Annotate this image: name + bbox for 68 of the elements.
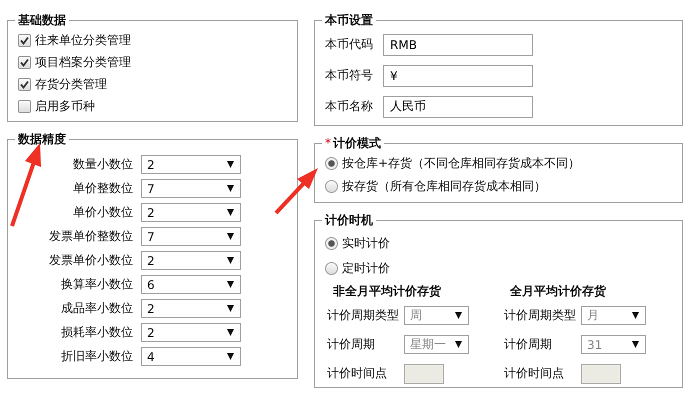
field-label: 数量小数位 [72,156,133,173]
field-label: 本币符号 [325,67,374,84]
radio-label: 实时计价 [342,235,390,252]
group-title: 计价模式 [333,136,381,150]
dropdown[interactable]: 2 [141,155,241,174]
field-label: 计价周期类型 [327,307,400,324]
dropdown[interactable]: 2 [141,323,241,342]
caret-icon [632,341,639,348]
annotation-arrow [274,168,318,214]
group-title: 计价时机 [325,213,373,227]
field-label: 计价周期 [327,336,376,353]
field-label: 计价周期 [504,336,553,353]
checkbox[interactable] [18,78,31,90]
dropdown[interactable]: 2 [141,251,241,270]
checkbox-label: 启用多币种 [35,98,95,114]
section-title: 全月平均计价存货 [509,283,607,300]
text-field[interactable]: ¥ [383,64,533,86]
caret-icon [632,312,639,319]
field-label: 成品率小数位 [60,300,133,317]
caret-icon [227,161,234,168]
caret-icon [227,305,234,312]
field-label: 损耗率小数位 [60,324,133,341]
checkbox[interactable] [18,56,31,68]
field-label: 计价时间点 [504,365,565,382]
caret-icon [227,257,234,264]
group-title: 基础数据 [18,13,66,27]
field-label: 发票单价整数位 [48,228,133,245]
field-label: 发票单价小数位 [48,252,133,269]
dropdown[interactable]: 6 [141,275,241,294]
dropdown[interactable]: 7 [141,179,241,198]
caret-icon [227,329,234,336]
field-label: 折旧率小数位 [60,348,133,365]
field-label: 单价整数位 [72,180,133,197]
caret-icon [455,341,462,348]
text-field[interactable]: 人民币 [383,96,533,118]
caret-icon [227,233,234,240]
radio-button[interactable] [325,237,338,250]
checkbox-label: 项目档案分类管理 [35,54,131,70]
dropdown[interactable]: 2 [141,299,241,318]
caret-icon [455,312,462,319]
radio-label: 按存货（所有仓库相同存货成本相同） [342,178,546,195]
radio-button[interactable] [325,157,338,170]
group-title: 数据精度 [18,132,66,146]
section-title: 非全月平均计价存货 [332,283,442,300]
field-label: 换算率小数位 [60,276,133,293]
radio-label: 定时计价 [342,260,390,277]
caret-icon [227,185,234,192]
field-label: 计价时间点 [327,365,388,382]
radio-button[interactable] [325,180,338,193]
field-label: 本币代码 [325,36,374,53]
dropdown[interactable]: 7 [141,227,241,246]
dropdown[interactable]: 2 [141,203,241,222]
checkbox[interactable] [18,100,31,112]
field-label: 单价小数位 [72,204,133,221]
dropdown[interactable]: 4 [141,347,241,366]
radio-label: 按仓库+存货（不同仓库相同存货成本不同） [342,155,580,172]
text-field[interactable]: RMB [383,34,533,56]
caret-icon [227,209,234,216]
checkbox[interactable] [18,34,31,46]
checkbox-label: 往来单位分类管理 [35,32,131,48]
required-mark: * [325,136,331,150]
field-label: 本币名称 [325,98,374,115]
caret-icon [227,353,234,360]
field-label: 计价周期类型 [504,307,577,324]
radio-button[interactable] [325,262,338,275]
caret-icon [227,281,234,288]
checkbox-label: 存货分类管理 [35,76,107,92]
group-title: 本币设置 [325,13,373,27]
